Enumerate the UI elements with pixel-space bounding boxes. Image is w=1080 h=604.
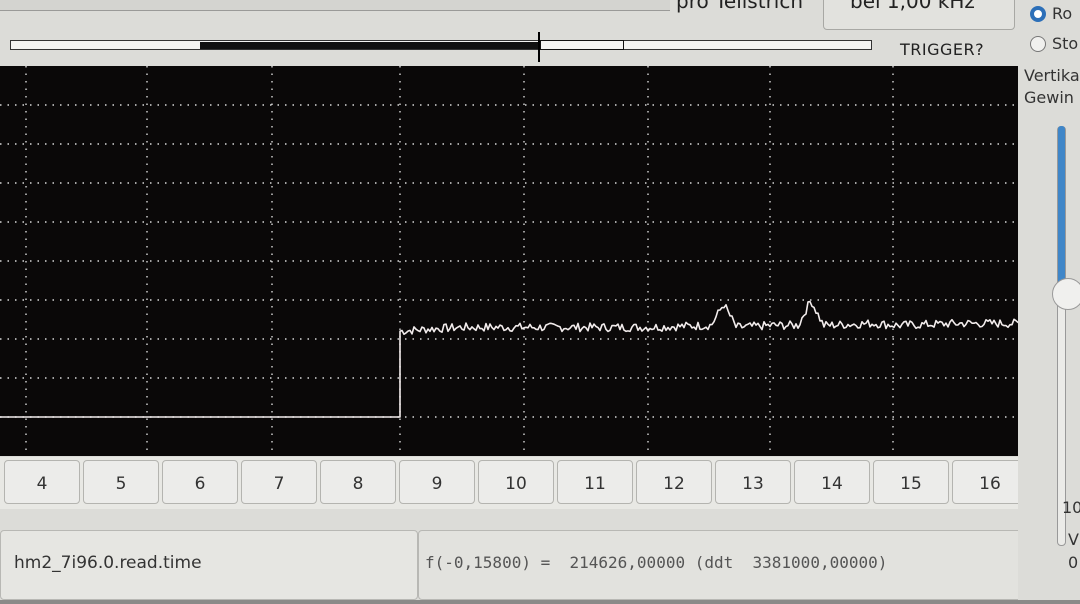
gain-label: Gewin	[1024, 88, 1074, 107]
scope-plot	[0, 66, 1018, 456]
x-tick-label: 12	[663, 474, 685, 494]
frequency-button[interactable]: bei 1,00 kHz	[823, 0, 1015, 30]
x-tick-label: 5	[115, 474, 127, 494]
x-tick-label: 8	[352, 474, 364, 494]
run-mode-radio[interactable]	[1030, 6, 1046, 22]
top-bar: pro Teilstrich bei 1,00 kHz TRIGGER?	[0, 0, 1022, 66]
signal-name: hm2_7i96.0.read.time	[14, 553, 202, 573]
taskbar-strip	[0, 600, 1080, 604]
frequency-label: bei 1,00 kHz	[850, 0, 975, 13]
vertical-section-label: Vertika	[1024, 66, 1080, 85]
signal-trace	[0, 300, 1018, 418]
x-tick-label: 14	[821, 474, 843, 494]
x-tick-label: 4	[36, 474, 48, 494]
x-tick-label: 13	[742, 474, 764, 494]
x-tick-label: 11	[584, 474, 606, 494]
gain-slider-handle[interactable]	[1052, 278, 1080, 310]
run-mode-label: Ro	[1052, 4, 1073, 23]
x-tick-label: 7	[273, 474, 285, 494]
stop-mode-label: Sto	[1052, 34, 1079, 53]
x-tick-label: 6	[194, 474, 206, 494]
x-tick-label: 10	[505, 474, 527, 494]
x-tick-label: 9	[431, 474, 443, 494]
view-window-handle[interactable]	[540, 40, 624, 50]
record-buffer-fill	[200, 42, 540, 49]
offset-value: 0	[1068, 553, 1079, 572]
v-label: V	[1068, 530, 1079, 549]
cursor-readout: f(-0,15800) = 214626,00000 (ddt 3381000,…	[425, 553, 888, 572]
stop-mode-radio[interactable]	[1030, 36, 1046, 52]
top-input-strip	[0, 0, 670, 11]
x-tick-label: 16	[979, 474, 1001, 494]
x-tick-label: 15	[900, 474, 922, 494]
trigger-status: TRIGGER?	[900, 40, 985, 59]
trigger-position-marker[interactable]	[538, 32, 540, 62]
oscilloscope-display[interactable]	[0, 66, 1018, 456]
per-division-label: pro Teilstrich	[676, 0, 804, 13]
gain-slider-fill	[1058, 126, 1065, 296]
right-control-panel: Ro Sto Vertika Gewin 10 V 0	[1018, 0, 1080, 604]
scale-value: 10	[1062, 498, 1080, 517]
